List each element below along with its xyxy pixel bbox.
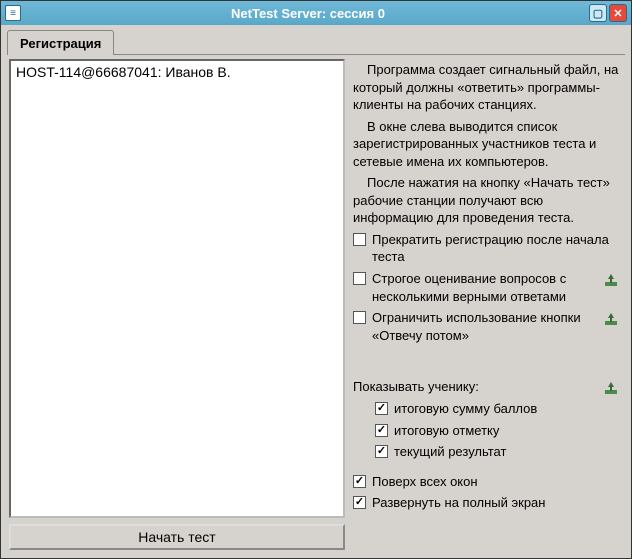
app-window: ≡ NetTest Server: сессия 0 ▢ ✕ Регистрац… [0, 0, 632, 559]
show-student-header: Показывать ученику: [353, 378, 597, 396]
show-student-header-row: Показывать ученику: [353, 378, 619, 396]
maximize-button[interactable]: ▢ [589, 4, 607, 22]
label-stop-registration: Прекратить регистрацию после начала тест… [372, 231, 619, 266]
opt-show-total: итоговую сумму баллов [375, 400, 619, 418]
list-item[interactable]: HOST-114@66687041: Иванов В. [16, 64, 338, 80]
tab-registration[interactable]: Регистрация [7, 30, 114, 55]
checkbox-limit-later[interactable] [353, 311, 366, 324]
opt-limit-later: Ограничить использование кнопки «Отвечу … [353, 309, 619, 344]
opt-on-top: Поверх всех окон [353, 473, 619, 491]
description-p2: В окне слева выводится список зарегистри… [353, 118, 619, 171]
label-limit-later: Ограничить использование кнопки «Отвечу … [372, 309, 597, 344]
tab-strip: Регистрация [7, 29, 625, 55]
start-test-button[interactable]: Начать тест [9, 524, 345, 550]
client-area: Регистрация HOST-114@66687041: Иванов В.… [1, 25, 631, 558]
checkbox-fullscreen[interactable] [353, 496, 366, 509]
checkbox-show-total[interactable] [375, 402, 388, 415]
right-column: Программа создает сигнальный файл, на ко… [351, 59, 623, 550]
label-show-current: текущий результат [394, 443, 619, 461]
description-p3: После нажатия на кнопку «Начать тест» ра… [353, 174, 619, 227]
opt-fullscreen: Развернуть на полный экран [353, 494, 619, 512]
help-icon[interactable] [603, 380, 619, 396]
participants-listbox[interactable]: HOST-114@66687041: Иванов В. [9, 59, 345, 518]
titlebar: ≡ NetTest Server: сессия 0 ▢ ✕ [1, 1, 631, 25]
checkbox-show-current[interactable] [375, 445, 388, 458]
label-show-total: итоговую сумму баллов [394, 400, 619, 418]
help-icon[interactable] [603, 311, 619, 327]
checkbox-on-top[interactable] [353, 475, 366, 488]
window-buttons: ▢ ✕ [589, 4, 627, 22]
content-area: HOST-114@66687041: Иванов В. Начать тест… [7, 55, 625, 552]
opt-stop-registration: Прекратить регистрацию после начала тест… [353, 231, 619, 266]
opt-show-grade: итоговую отметку [375, 422, 619, 440]
label-show-grade: итоговую отметку [394, 422, 619, 440]
description-p1: Программа создает сигнальный файл, на ко… [353, 61, 619, 114]
label-strict-grading: Строгое оценивание вопросов с нескольким… [372, 270, 597, 305]
close-button[interactable]: ✕ [609, 4, 627, 22]
left-column: HOST-114@66687041: Иванов В. Начать тест [9, 59, 345, 550]
checkbox-stop-registration[interactable] [353, 233, 366, 246]
label-fullscreen: Развернуть на полный экран [372, 494, 619, 512]
window-title: NetTest Server: сессия 0 [27, 6, 589, 21]
checkbox-strict-grading[interactable] [353, 272, 366, 285]
opt-strict-grading: Строгое оценивание вопросов с нескольким… [353, 270, 619, 305]
checkbox-show-grade[interactable] [375, 424, 388, 437]
label-on-top: Поверх всех окон [372, 473, 619, 491]
opt-show-current: текущий результат [375, 443, 619, 461]
system-menu-icon[interactable]: ≡ [5, 5, 21, 21]
help-icon[interactable] [603, 272, 619, 288]
